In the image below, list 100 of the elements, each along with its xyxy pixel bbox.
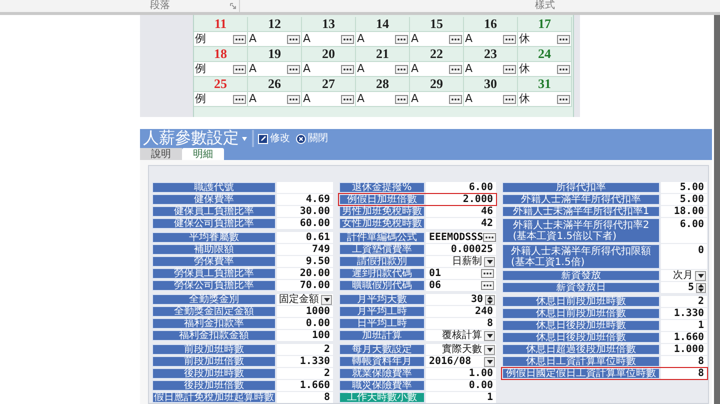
schedule-field[interactable]: A [410,92,464,107]
schedule-field[interactable]: A [248,32,302,47]
schedule-field[interactable]: 休 [518,62,572,77]
input-field[interactable]: 0.00025 [426,244,496,255]
input-field[interactable]: 5.00 [661,194,707,205]
dropdown-button[interactable] [321,294,332,304]
input-field[interactable]: 42 [426,218,496,229]
input-field[interactable]: 實際天數 [426,344,496,355]
input-field[interactable]: 1000 [277,306,333,317]
input-field[interactable]: 2 [277,344,333,355]
input-field[interactable]: 8 [661,356,707,367]
input-field[interactable]: 1 [426,392,496,403]
schedule-field[interactable]: A [356,62,410,77]
browse-button[interactable] [503,94,516,104]
schedule-field[interactable]: A [464,62,518,77]
input-field[interactable]: 46 [426,206,496,217]
input-field[interactable]: 日薪制 [426,256,496,267]
input-field[interactable]: 8 [277,392,333,403]
input-field[interactable]: 固定金額 [277,294,333,305]
browse-button[interactable] [483,233,496,242]
browse-button[interactable] [503,64,516,74]
input-field[interactable]: 0.61 [277,232,333,243]
input-field[interactable]: 70.00 [277,280,333,291]
input-field[interactable]: 06 [426,280,496,291]
input-field[interactable]: 18.00 [661,206,707,217]
browse-button[interactable] [233,94,246,104]
browse-button[interactable] [557,34,570,44]
browse-button[interactable] [481,269,494,278]
input-field[interactable]: 6.00 [661,218,707,243]
tab[interactable]: 明細 [182,148,224,160]
schedule-field[interactable]: A [302,92,356,107]
scrollbar[interactable] [714,15,720,404]
input-field[interactable]: 9.50 [277,256,333,267]
schedule-field[interactable]: A [248,62,302,77]
browse-button[interactable] [341,34,354,44]
schedule-field[interactable]: A [302,62,356,77]
schedule-field[interactable]: A [356,92,410,107]
spinner-button[interactable] [696,282,706,292]
schedule-field[interactable]: 休 [518,32,572,47]
browse-button[interactable] [395,94,408,104]
schedule-field[interactable]: A [410,32,464,47]
schedule-field[interactable]: 例 [194,62,248,77]
browse-button[interactable] [503,34,516,44]
browse-button[interactable] [341,64,354,74]
input-field[interactable]: 30 [426,294,496,305]
schedule-field[interactable]: 例 [194,92,248,107]
schedule-field[interactable]: 休 [518,92,572,107]
browse-button[interactable] [233,34,246,44]
input-field[interactable]: 0.00 [277,318,333,329]
caret-icon[interactable] [242,136,247,140]
dialog-launcher-icon[interactable] [230,3,236,9]
schedule-field[interactable]: A [464,92,518,107]
input-field[interactable]: 1.330 [277,356,333,367]
input-field[interactable]: 1 [661,320,707,331]
input-field[interactable]: EEEMODSSS [426,232,496,243]
input-field[interactable]: 1.660 [661,332,707,343]
browse-button[interactable] [287,94,300,104]
browse-button[interactable] [395,64,408,74]
input-field[interactable] [277,182,333,193]
input-field[interactable]: 100 [277,330,333,341]
browse-button[interactable] [287,64,300,74]
input-field[interactable]: 749 [277,244,333,255]
browse-button[interactable] [233,64,246,74]
browse-button[interactable] [449,64,462,74]
input-field[interactable]: 次月 [661,270,707,281]
dropdown-button[interactable] [484,256,495,266]
browse-button[interactable] [557,94,570,104]
input-field[interactable]: 0.00 [426,380,496,391]
input-field[interactable]: 2 [661,296,707,307]
input-field[interactable]: 8 [426,318,496,329]
input-field[interactable]: 01 [426,268,496,279]
browse-button[interactable] [449,34,462,44]
browse-button[interactable] [395,34,408,44]
input-field[interactable]: 1.00 [426,368,496,379]
input-field[interactable]: 1.000 [661,344,707,355]
schedule-field[interactable]: A [356,32,410,47]
dropdown-button[interactable] [484,356,495,366]
input-field[interactable]: 1.330 [661,308,707,319]
input-field[interactable]: 2 [277,368,333,379]
schedule-field[interactable]: A [248,92,302,107]
input-field[interactable]: 4.69 [277,194,333,205]
input-field[interactable]: 覆核計算 [426,330,496,341]
tab[interactable]: 說明 [140,148,182,160]
input-field[interactable]: 8 [661,368,707,379]
schedule-field[interactable]: A [410,62,464,77]
input-field[interactable]: 30.00 [277,206,333,217]
schedule-field[interactable]: A [302,32,356,47]
browse-button[interactable] [341,94,354,104]
dropdown-button[interactable] [484,330,495,340]
browse-button[interactable] [287,34,300,44]
browse-button[interactable] [557,64,570,74]
input-field[interactable]: 60.00 [277,218,333,229]
dropdown-button[interactable] [695,270,706,280]
input-field[interactable]: 6.00 [426,182,496,193]
dropdown-button[interactable] [484,344,495,354]
input-field[interactable]: 20.00 [277,268,333,279]
input-field[interactable]: 5.00 [661,182,707,193]
schedule-field[interactable]: 例 [194,32,248,47]
input-field[interactable]: 5 [661,282,707,293]
input-field[interactable]: 0 [661,244,707,269]
